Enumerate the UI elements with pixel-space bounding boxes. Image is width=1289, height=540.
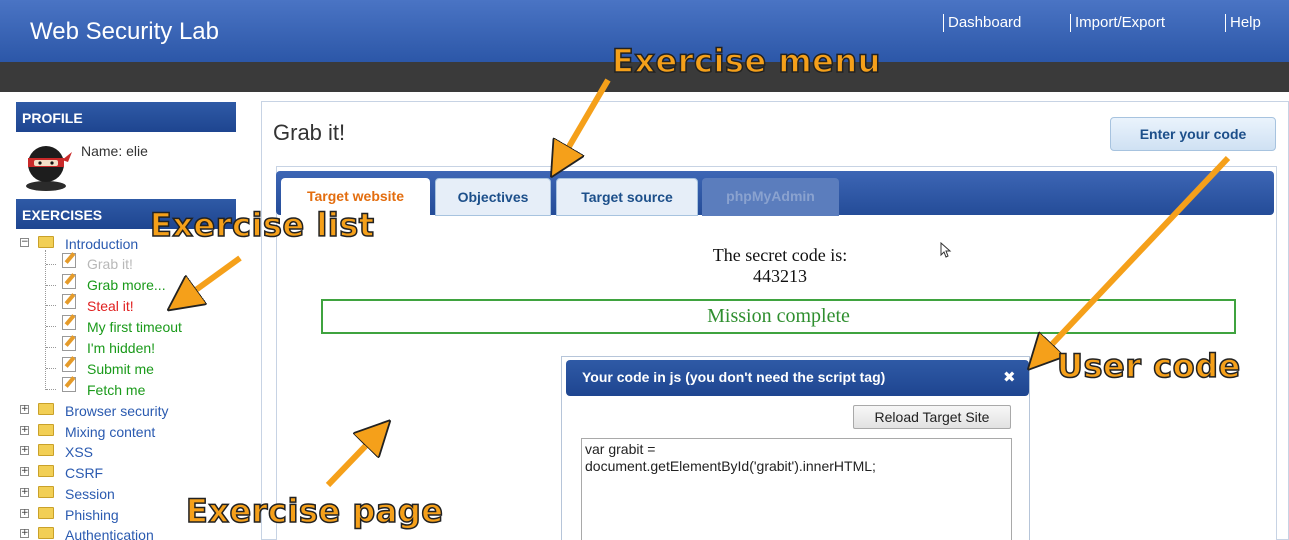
exercise-fetch-me[interactable]: Fetch me (87, 382, 145, 398)
folder-icon (38, 527, 54, 539)
folder-phishing[interactable]: Phishing (65, 507, 119, 523)
user-code-editor[interactable]: var grabit = document.getElementById('gr… (581, 438, 1012, 540)
enter-code-button[interactable]: Enter your code (1110, 117, 1276, 151)
app-title: Web Security Lab (30, 18, 219, 45)
exercise-grab-it[interactable]: Grab it! (87, 256, 133, 272)
folder-icon (38, 486, 54, 498)
mouse-cursor-icon (940, 242, 952, 258)
tree-connector (46, 264, 56, 265)
reload-target-site-button[interactable]: Reload Target Site (853, 405, 1011, 429)
folder-session[interactable]: Session (65, 486, 115, 502)
tree-connector (45, 250, 46, 390)
secret-code-label: The secret code is: (712, 245, 848, 265)
folder-mixing-content[interactable]: Mixing content (65, 424, 155, 440)
nav-dashboard-link[interactable]: Dashboard (943, 14, 1021, 32)
profile-name: Name: elie (81, 143, 148, 159)
page-title: Grab it! (273, 120, 346, 145)
folder-authentication[interactable]: Authentication (65, 527, 154, 540)
folder-icon (38, 507, 54, 519)
annotation-user-code: User code (1056, 346, 1241, 386)
expand-toggle-icon[interactable]: + (20, 488, 29, 497)
exercise-icon (62, 253, 76, 268)
arrow-exercise-list (182, 255, 242, 300)
tab-objectives[interactable]: Objectives (435, 178, 551, 216)
expand-toggle-icon[interactable]: + (20, 509, 29, 518)
exercise-grab-more[interactable]: Grab more... (87, 277, 166, 293)
ninja-avatar (26, 146, 72, 191)
tree-connector (46, 305, 56, 306)
exercise-icon (62, 274, 76, 289)
annotation-exercise-menu: Exercise menu (611, 41, 881, 81)
nav-help-link[interactable]: Help (1225, 14, 1261, 32)
profile-heading: PROFILE (16, 102, 236, 132)
expand-toggle-icon[interactable]: + (20, 446, 29, 455)
expand-toggle-icon[interactable]: + (20, 405, 29, 414)
tab-target-source[interactable]: Target source (556, 178, 698, 216)
nav-import-export-link[interactable]: Import/Export (1070, 14, 1165, 32)
tree-connector (46, 326, 56, 327)
tree-connector (46, 285, 56, 286)
folder-introduction[interactable]: Introduction (65, 236, 138, 252)
annotation-exercise-list: Exercise list (149, 205, 375, 245)
folder-icon (38, 444, 54, 456)
exercise-submit-me[interactable]: Submit me (87, 361, 154, 377)
tab-phpmyadmin: phpMyAdmin (702, 178, 839, 216)
exercise-icon (62, 315, 76, 330)
folder-icon (38, 424, 54, 436)
exercise-im-hidden[interactable]: I'm hidden! (87, 340, 155, 356)
folder-icon (38, 465, 54, 477)
tree-connector (46, 368, 56, 369)
expand-toggle-icon[interactable]: + (20, 467, 29, 476)
folder-icon (38, 236, 54, 248)
folder-icon (38, 403, 54, 415)
exercise-icon (62, 357, 76, 372)
exercise-icon (62, 336, 76, 351)
tree-connector (46, 347, 56, 348)
annotation-exercise-page: Exercise page (185, 491, 444, 531)
folder-xss[interactable]: XSS (65, 444, 93, 460)
secret-code-value: 443213 (753, 266, 807, 286)
exercise-steal-it[interactable]: Steal it! (87, 298, 134, 314)
folder-csrf[interactable]: CSRF (65, 465, 103, 481)
exercise-my-first-timeout[interactable]: My first timeout (87, 319, 182, 335)
close-icon[interactable]: ✖ (1003, 368, 1016, 386)
tree-connector (46, 389, 56, 390)
dialog-title: Your code in js (you don't need the scri… (582, 369, 886, 385)
collapse-toggle-icon[interactable]: − (20, 238, 29, 247)
expand-toggle-icon[interactable]: + (20, 529, 29, 538)
folder-browser-security[interactable]: Browser security (65, 403, 168, 419)
exercise-icon (62, 294, 76, 309)
expand-toggle-icon[interactable]: + (20, 426, 29, 435)
exercise-icon (62, 377, 76, 392)
mission-status-banner: Mission complete (321, 299, 1236, 334)
